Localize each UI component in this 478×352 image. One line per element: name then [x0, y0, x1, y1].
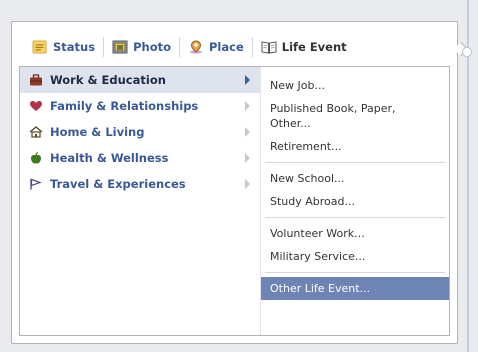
menu-item-published[interactable]: Published Book, Paper, Other... [261, 97, 449, 135]
timeline-dot [462, 47, 472, 57]
composer-tabs: Status Photo Place Life Event [24, 34, 355, 60]
menu-separator [265, 272, 445, 273]
life-event-icon [261, 40, 277, 54]
menu-item-retirement[interactable]: Retirement... [261, 135, 449, 158]
category-health-wellness[interactable]: Health & Wellness [20, 145, 260, 171]
category-label: Travel & Experiences [50, 177, 186, 191]
menu-item-new-school[interactable]: New School... [261, 167, 449, 190]
category-label: Home & Living [50, 125, 145, 139]
chevron-right-icon [245, 153, 250, 163]
tab-photo-label: Photo [133, 40, 171, 54]
chevron-right-icon [245, 179, 250, 189]
menu-item-new-job[interactable]: New Job... [261, 74, 449, 97]
tab-status[interactable]: Status [24, 34, 103, 60]
apple-icon [29, 152, 43, 164]
category-list: Work & Education Family & Relationships … [20, 67, 260, 335]
tab-photo[interactable]: Photo [104, 34, 179, 60]
menu-separator [265, 217, 445, 218]
category-home-living[interactable]: Home & Living [20, 119, 260, 145]
category-label: Family & Relationships [50, 99, 199, 113]
place-icon [188, 40, 204, 54]
photo-icon [112, 40, 128, 54]
flag-icon [29, 178, 43, 190]
category-family-relationships[interactable]: Family & Relationships [20, 93, 260, 119]
category-label: Work & Education [50, 73, 166, 87]
status-icon [32, 40, 48, 54]
tab-life-event[interactable]: Life Event [253, 34, 355, 60]
menu-separator [265, 162, 445, 163]
chevron-right-icon [245, 101, 250, 111]
subcategory-list: New Job... Published Book, Paper, Other.… [261, 67, 449, 335]
menu-item-military-service[interactable]: Military Service... [261, 245, 449, 268]
house-icon [29, 126, 43, 138]
tab-life-event-label: Life Event [281, 40, 347, 54]
category-travel-experiences[interactable]: Travel & Experiences [20, 171, 260, 197]
tab-place-label: Place [209, 40, 244, 54]
briefcase-icon [29, 74, 43, 86]
category-label: Health & Wellness [50, 151, 169, 165]
tab-status-label: Status [53, 40, 96, 54]
menu-item-volunteer-work[interactable]: Volunteer Work... [261, 222, 449, 245]
chevron-right-icon [245, 75, 250, 85]
category-work-education[interactable]: Work & Education [20, 67, 260, 93]
tab-place[interactable]: Place [180, 34, 252, 60]
menu-item-study-abroad[interactable]: Study Abroad... [261, 190, 449, 213]
heart-icon [29, 100, 43, 112]
chevron-right-icon [245, 127, 250, 137]
life-event-menu: Work & Education Family & Relationships … [19, 66, 450, 336]
menu-item-other-life-event[interactable]: Other Life Event... [261, 277, 449, 300]
